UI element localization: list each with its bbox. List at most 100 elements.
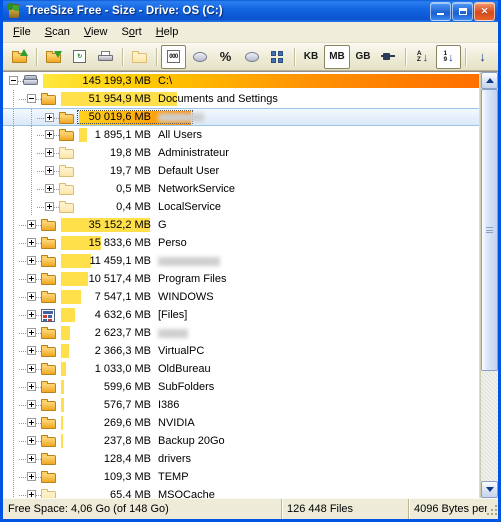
row-size: 10 517,4 MB <box>88 273 151 285</box>
row-size: 65,4 MB <box>110 489 151 498</box>
refresh-button[interactable]: ↻ <box>67 45 92 69</box>
unit-gb-button[interactable]: GB <box>351 45 375 69</box>
sort-19-icon: 19 ↓ <box>443 49 454 64</box>
show-disk-usage-button[interactable] <box>239 45 264 69</box>
tree-row[interactable]: 1 895,1 MB All Users <box>3 126 479 144</box>
show-details-button[interactable] <box>265 45 290 69</box>
content-area: 145 199,3 MB C:\ 51 954,9 MB Documents and … <box>3 71 498 498</box>
row-name-redacted <box>158 256 220 266</box>
menu-item-sort[interactable]: Sort <box>115 23 149 41</box>
row-name: MSOCache <box>158 489 215 498</box>
window-title: TreeSize Free - Size - Drive: OS (C:) <box>26 5 223 17</box>
toolbar-separator <box>465 47 466 66</box>
tree-row[interactable]: 15 833,6 MB Perso <box>3 234 479 252</box>
row-name-cell: LocalService <box>156 198 221 216</box>
unit-kb-label: KB <box>303 51 319 62</box>
row-name: I386 <box>158 399 180 411</box>
explore-folder-button[interactable] <box>127 45 152 69</box>
scrollbar-track[interactable] <box>481 89 498 481</box>
row-name: [Files] <box>158 309 188 321</box>
menu-item-help[interactable]: Help <box>149 23 186 41</box>
status-file-count: 126 448 Files <box>282 499 409 519</box>
row-name-cell <box>156 252 220 270</box>
tree-row[interactable]: 19,8 MB Administrateur <box>3 144 479 162</box>
tree-row[interactable]: 576,7 MB I386 <box>3 396 479 414</box>
tree-row[interactable]: 599,6 MB SubFolders <box>3 378 479 396</box>
percent-icon: % <box>219 49 232 64</box>
tree-row[interactable]: 51 954,9 MB Documents and Settings <box>3 90 479 108</box>
toolbar: ↻ 000 % KB MB GB A Z ↓ 1 9 ↓ ↓ <box>3 43 498 71</box>
expand-collapse-button[interactable] <box>376 45 401 69</box>
menu-item-file[interactable]: File <box>6 23 38 41</box>
tree-row[interactable]: 237,8 MB Backup 20Go <box>3 432 479 450</box>
tree-row[interactable]: 19,7 MB Default User <box>3 162 479 180</box>
minimize-button[interactable] <box>430 1 451 21</box>
row-name-cell: Program Files <box>156 270 226 288</box>
toolbar-separator <box>36 47 37 66</box>
scrollbar-thumb[interactable] <box>481 89 498 371</box>
tree-row[interactable]: 109,3 MB TEMP <box>3 468 479 486</box>
row-name: OldBureau <box>158 363 211 375</box>
row-name-cell: TEMP <box>156 468 189 486</box>
tree-row[interactable]: 269,6 MB NVIDIA <box>3 414 479 432</box>
tree-row[interactable]: 10 517,4 MB Program Files <box>3 270 479 288</box>
tree-row[interactable]: 2 366,3 MB VirtualPC <box>3 342 479 360</box>
tree-row[interactable]: 65,4 MB MSOCache <box>3 486 479 498</box>
tree-row[interactable]: 1 033,0 MB OldBureau <box>3 360 479 378</box>
show-percent-button[interactable]: % <box>213 45 238 69</box>
open-folder-button[interactable] <box>41 45 66 69</box>
sort-az-icon: AZ ↓ <box>416 49 429 64</box>
tree-row[interactable]: 145 199,3 MB C:\ <box>3 72 479 90</box>
row-size: 0,5 MB <box>116 183 151 195</box>
scroll-up-button[interactable] <box>481 72 498 89</box>
refresh-icon: ↻ <box>73 50 86 63</box>
unit-mb-label: MB <box>329 51 345 62</box>
row-size: 576,7 MB <box>103 399 151 411</box>
toolbar-separator <box>122 47 123 66</box>
maximize-button[interactable] <box>452 1 473 21</box>
tree-row[interactable]: 7 547,1 MB WINDOWS <box>3 288 479 306</box>
tree-row[interactable]: 35 152,2 MB G <box>3 216 479 234</box>
unit-mb-button[interactable]: MB <box>324 44 350 69</box>
vertical-scrollbar[interactable] <box>480 72 498 498</box>
tree-row[interactable]: 2 623,7 MB <box>3 324 479 342</box>
status-bar: Free Space: 4,06 Go (of 148 Go) 126 448 … <box>3 498 498 519</box>
sort-numeric-button[interactable]: 19 ↓ <box>436 44 461 69</box>
treesize-window: TreeSize Free - Size - Drive: OS (C:) ✕ … <box>0 0 501 522</box>
printer-icon <box>98 50 113 63</box>
show-size-numbers-button[interactable]: 000 <box>161 44 186 69</box>
sort-descending-button[interactable]: ↓ <box>470 45 495 69</box>
resize-grip[interactable] <box>487 505 498 517</box>
grip-icon <box>486 227 493 233</box>
sort-alphabetical-button[interactable]: AZ ↓ <box>410 45 435 69</box>
row-name-cell: All Users <box>156 126 202 144</box>
directory-tree[interactable]: 145 199,3 MB C:\ 51 954,9 MB Documents and … <box>3 72 480 498</box>
row-name-redacted <box>158 328 188 338</box>
row-name: All Users <box>158 129 203 141</box>
row-name: Backup 20Go <box>158 435 225 447</box>
unit-kb-button[interactable]: KB <box>299 45 323 69</box>
numbers-icon: 000 <box>167 50 180 63</box>
row-size: 1 895,1 MB <box>94 129 151 141</box>
tree-row[interactable]: 128,4 MB drivers <box>3 450 479 468</box>
tree-row[interactable]: 50 019,6 MB <box>3 108 479 127</box>
row-size: 237,8 MB <box>103 435 151 447</box>
unit-gb-label: GB <box>355 51 371 62</box>
open-parent-folder-button[interactable] <box>7 45 32 69</box>
show-allocated-space-button[interactable] <box>187 45 212 69</box>
row-name-cell: SubFolders <box>156 378 214 396</box>
row-name-cell: Default User <box>156 162 219 180</box>
menu-item-view[interactable]: View <box>77 23 115 41</box>
row-name-cell: C:\ <box>156 72 172 90</box>
tree-row[interactable]: 0,4 MB LocalService <box>3 198 479 216</box>
scroll-down-button[interactable] <box>481 481 498 498</box>
print-button[interactable] <box>93 45 118 69</box>
tree-row[interactable]: 4 632,6 MB [Files] <box>3 306 479 324</box>
tree-row[interactable]: 11 459,1 MB <box>3 252 479 270</box>
tree-row[interactable]: 0,5 MB NetworkService <box>3 180 479 198</box>
row-name-cell: drivers <box>156 450 191 468</box>
row-name: drivers <box>158 453 192 465</box>
menu-item-scan[interactable]: Scan <box>38 23 77 41</box>
row-size: 269,6 MB <box>103 417 151 429</box>
close-button[interactable]: ✕ <box>474 1 495 21</box>
